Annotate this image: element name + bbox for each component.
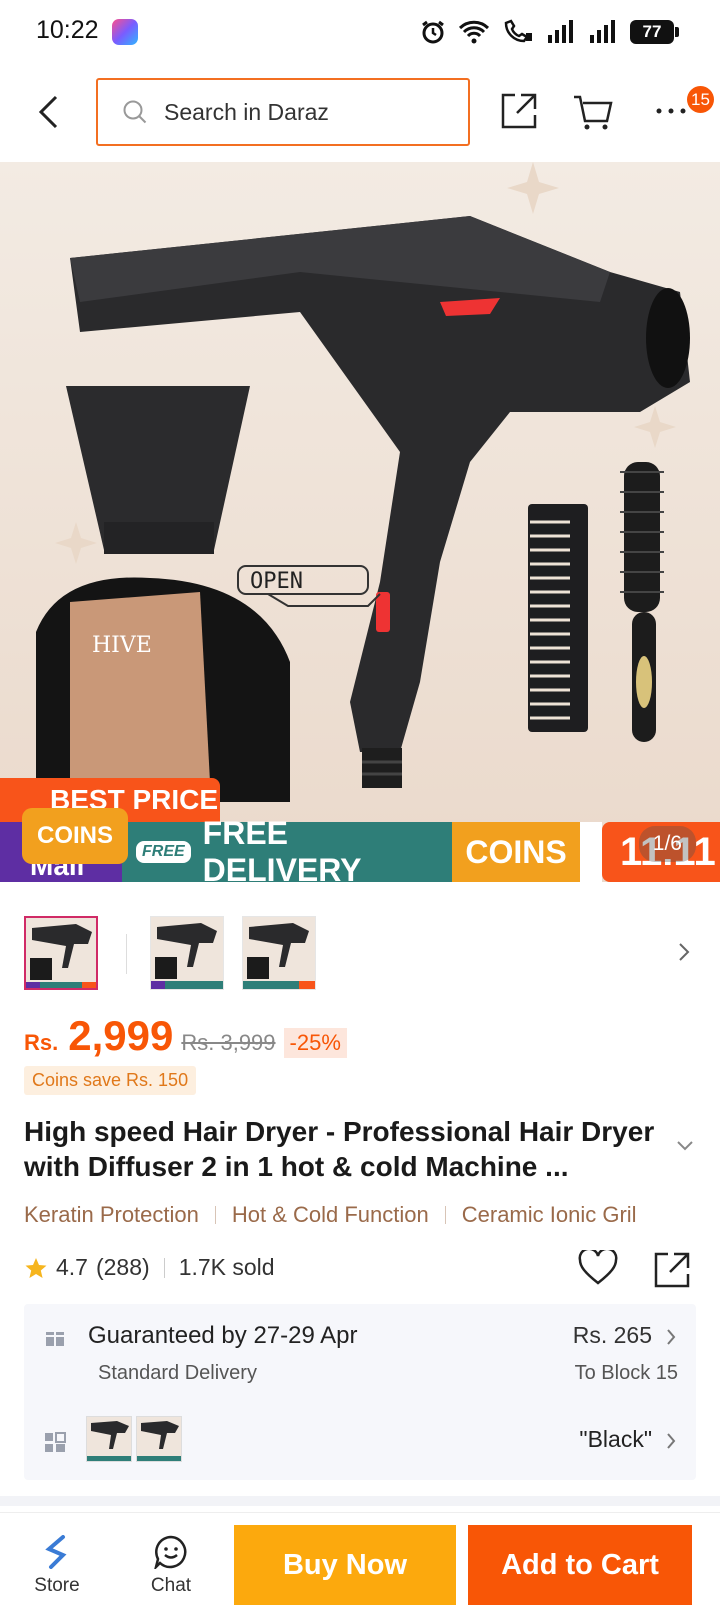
chevron-left-icon	[38, 95, 58, 129]
chevron-right-icon[interactable]	[678, 942, 690, 962]
product-title: High speed Hair Dryer - Professional Hai…	[24, 1116, 655, 1182]
current-price: 2,999	[68, 1012, 174, 1059]
top-header: Search in Daraz 15	[0, 64, 720, 162]
coins-tag: COINS	[22, 808, 128, 864]
price-row: Rs. 2,999 Rs. 3,999 -25%	[24, 1012, 347, 1060]
notification-badge: 15	[687, 86, 714, 113]
search-placeholder: Search in Daraz	[164, 98, 329, 125]
delivery-guarantee: Guaranteed by 27-29 Apr	[88, 1322, 358, 1349]
free-delivery-badge: FREE FREE DELIVERY	[122, 815, 452, 882]
free-delivery-label: FREE DELIVERY	[202, 815, 362, 882]
chat-button[interactable]: Chat	[126, 1535, 216, 1597]
thumbnail-3[interactable]	[242, 916, 316, 990]
share-icon	[501, 93, 537, 129]
gift-box-icon	[46, 1328, 64, 1346]
feature-tags: Keratin Protection Hot & Cold Function C…	[24, 1200, 720, 1230]
buy-now-button[interactable]: Buy Now	[234, 1525, 456, 1605]
delivery-destination: To Block 15	[574, 1362, 678, 1384]
star-icon	[25, 1257, 47, 1278]
variants-grid-icon	[45, 1432, 66, 1452]
thumbnail-strip	[0, 882, 720, 996]
discount-badge: -25%	[283, 1028, 347, 1058]
delivery-type: Standard Delivery	[98, 1362, 257, 1384]
image-counter: 1/6	[638, 826, 696, 862]
box-brand: HIVE	[92, 633, 152, 658]
delivery-variant-card: Guaranteed by 27-29 Apr Standard Deliver…	[24, 1304, 696, 1480]
heart-icon[interactable]	[578, 1250, 618, 1286]
status-icons: 77	[420, 16, 679, 48]
coins-strip-badge: COINS	[452, 822, 580, 882]
signal-2-icon	[590, 20, 615, 43]
chevron-right-icon[interactable]	[666, 1328, 676, 1346]
rating-row[interactable]: 4.7 (288) 1.7K sold	[24, 1254, 275, 1281]
wifi-icon	[458, 20, 490, 44]
cart-icon	[574, 95, 613, 130]
signal-1-icon	[548, 20, 573, 43]
chevron-down-icon[interactable]	[676, 1140, 694, 1152]
review-count: (288)	[95, 1254, 150, 1280]
product-photo: OPEN HIVE	[36, 162, 690, 802]
app-notification-icon	[112, 19, 138, 45]
battery-indicator: 77	[630, 20, 679, 44]
feature-tag[interactable]: Ceramic Ionic Gril	[462, 1202, 637, 1228]
back-button[interactable]	[30, 90, 66, 134]
share-button[interactable]	[496, 88, 542, 134]
coins-save-badge: Coins save Rs. 150	[24, 1066, 197, 1095]
chevron-right-icon[interactable]	[666, 1432, 676, 1450]
feature-tag[interactable]: Hot & Cold Function	[232, 1202, 429, 1228]
feature-tag[interactable]: Keratin Protection	[24, 1202, 199, 1228]
currency-label: Rs.	[24, 1030, 59, 1055]
delivery-fee[interactable]: Rs. 265	[573, 1322, 652, 1349]
search-input[interactable]: Search in Daraz	[96, 78, 470, 146]
selected-variant[interactable]: "Black"	[579, 1426, 652, 1453]
open-label: OPEN	[250, 569, 303, 594]
store-button[interactable]: Store	[12, 1535, 102, 1597]
original-price: Rs. 3,999	[181, 1030, 276, 1055]
status-bar: 10:22 77	[0, 0, 720, 64]
add-to-cart-button[interactable]: Add to Cart	[468, 1525, 692, 1605]
product-image-carousel[interactable]: OPEN HIVE BEST PRICE Mall FREE FREE DELI…	[0, 162, 720, 882]
more-icon	[656, 108, 686, 114]
chat-label: Chat	[150, 1575, 192, 1596]
chat-icon	[154, 1535, 187, 1569]
cart-button[interactable]	[570, 88, 616, 134]
rating-value: 4.7	[56, 1254, 88, 1280]
status-time: 10:22	[36, 16, 99, 44]
sold-count: 1.7K sold	[178, 1254, 275, 1280]
store-label: Store	[34, 1575, 80, 1596]
thumbnail-2[interactable]	[150, 916, 224, 990]
alarm-icon	[422, 20, 444, 44]
variant-thumbnail[interactable]	[86, 1416, 132, 1462]
free-icon-label: FREE	[136, 841, 191, 863]
share-icon[interactable]	[652, 1250, 692, 1290]
variant-thumbnail[interactable]	[136, 1416, 182, 1462]
thumbnail-1[interactable]	[24, 916, 98, 990]
bottom-action-bar: Store Chat Buy Now Add to Cart	[0, 1512, 720, 1612]
store-icon	[45, 1535, 67, 1569]
wifi-call-icon	[504, 19, 532, 43]
search-icon	[123, 100, 147, 124]
